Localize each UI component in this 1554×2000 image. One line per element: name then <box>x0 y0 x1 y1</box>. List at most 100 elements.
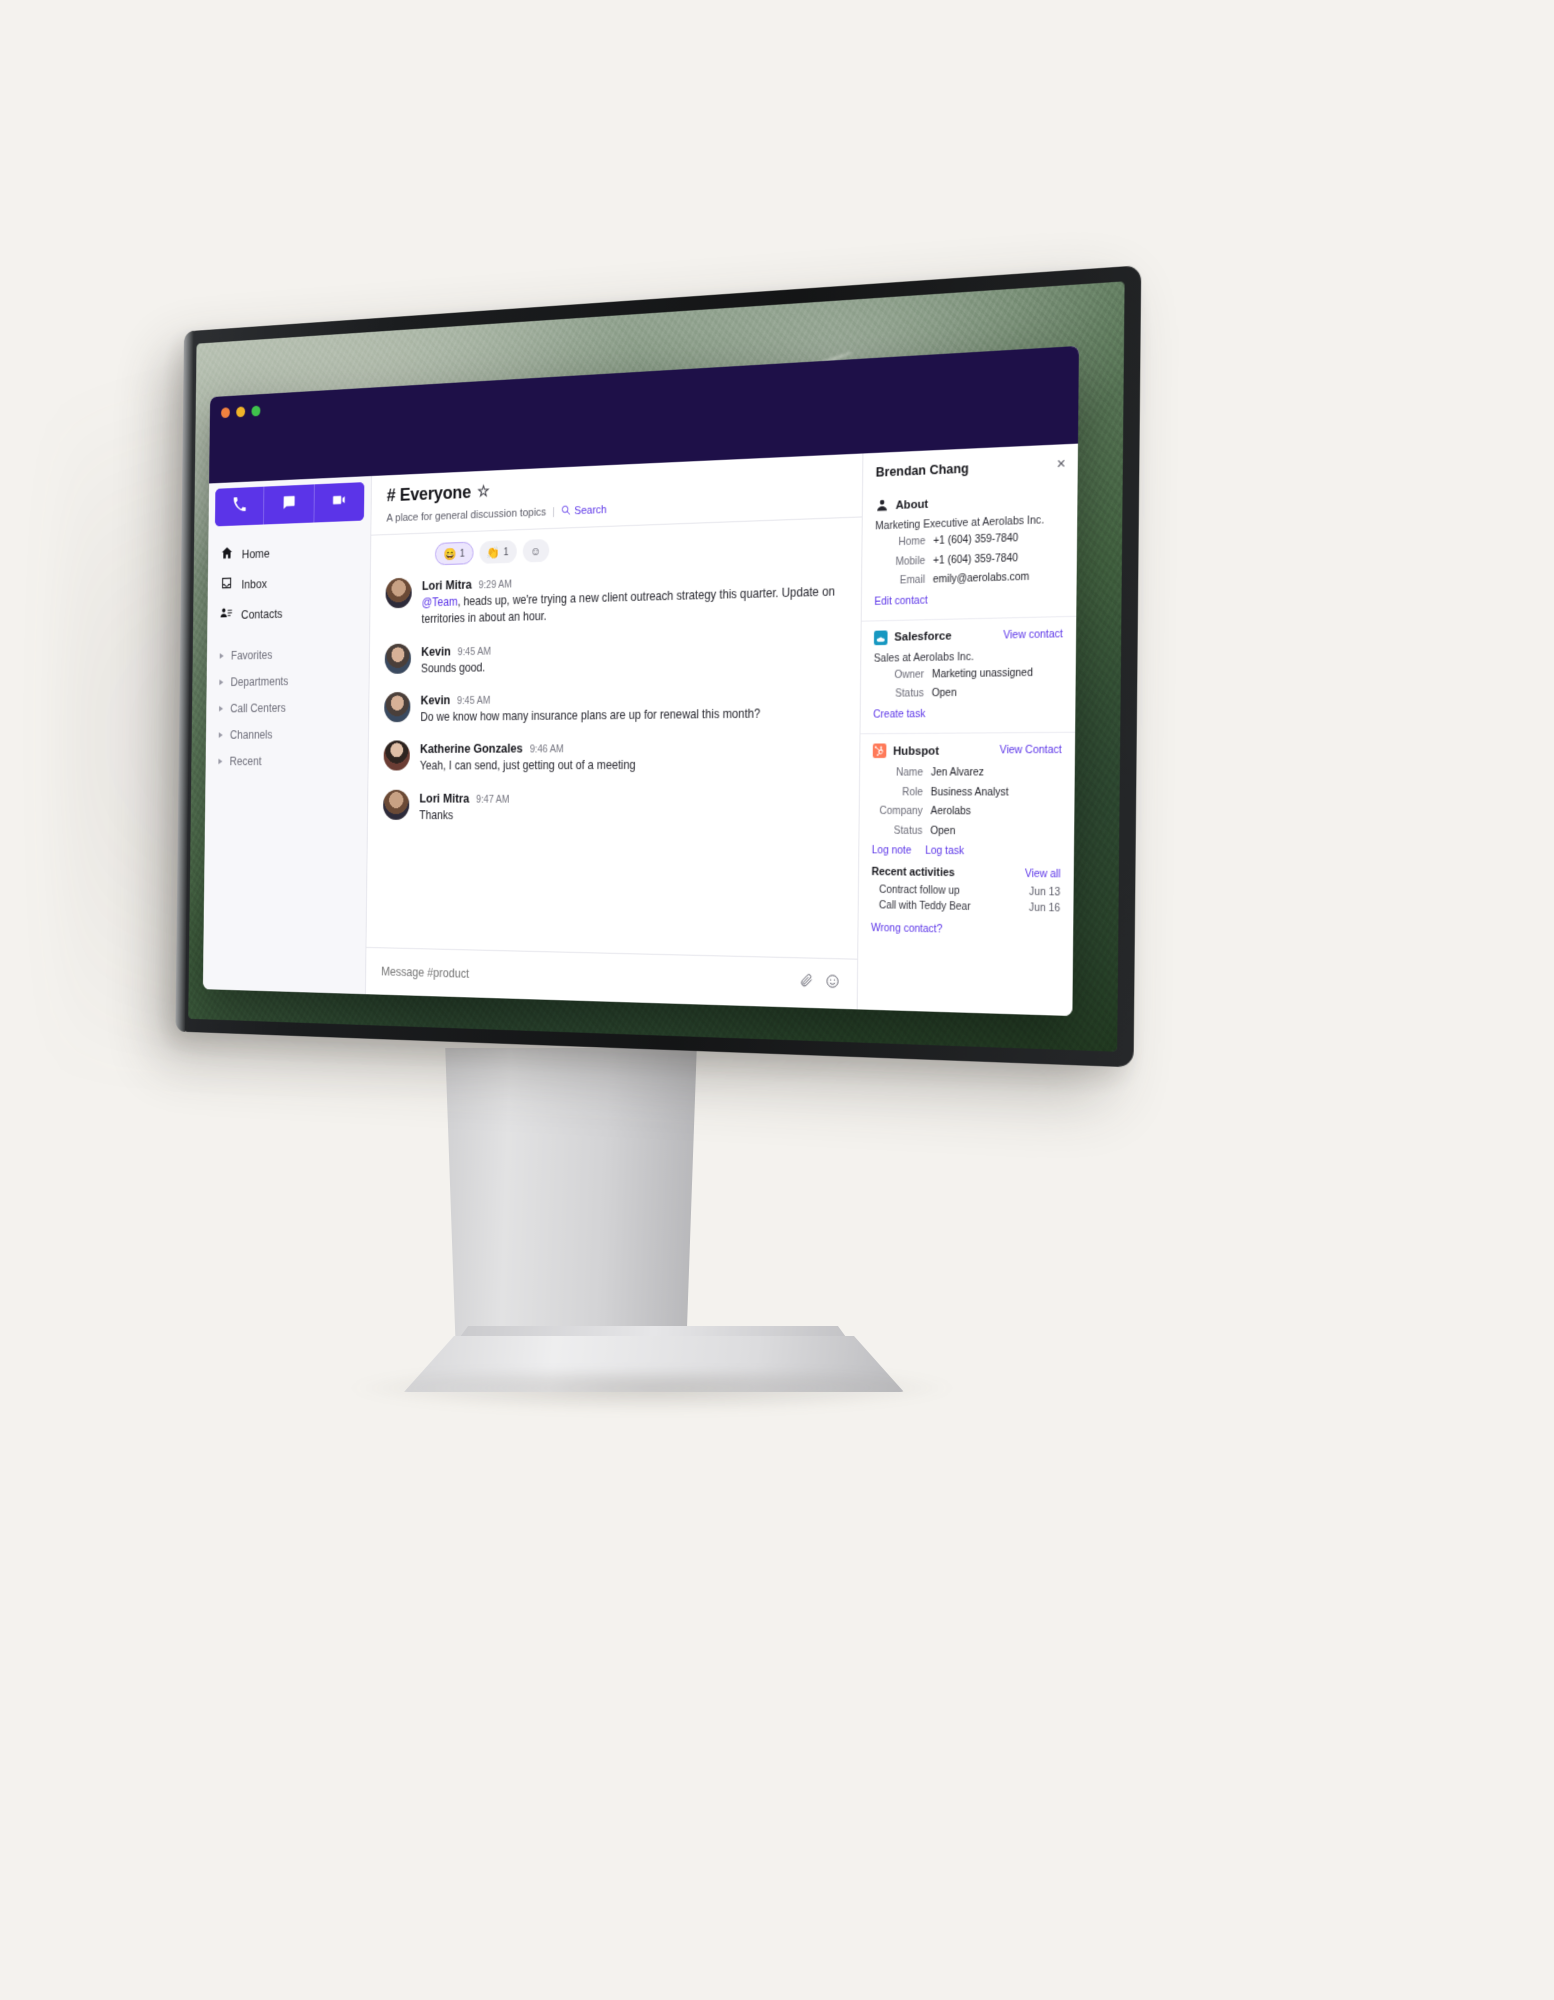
field-value: +1 (604) 359-7840 <box>933 552 1019 567</box>
close-icon[interactable]: × <box>1057 455 1066 473</box>
tab-messages[interactable] <box>264 484 315 525</box>
view-all-link[interactable]: View all <box>1025 868 1061 880</box>
field-value: Open <box>930 825 956 838</box>
field-value: Open <box>931 688 957 700</box>
minimize-window-button[interactable] <box>236 406 246 418</box>
message-item: Kevin 9:45 AM Do we know how many insura… <box>384 686 843 726</box>
smiley-icon[interactable] <box>825 973 840 994</box>
message-item: Kevin 9:45 AM Sounds good. <box>384 634 844 678</box>
sidebar-section-recent[interactable]: Recent <box>206 747 368 774</box>
about-title: About <box>895 496 929 512</box>
screenshot-stage: Home Inbox Contacts Favorites Department… <box>0 0 1554 2000</box>
activity-label: Contract follow up <box>879 884 960 898</box>
field-value: +1 (604) 359-7840 <box>933 532 1019 548</box>
app-body: Home Inbox Contacts Favorites Department… <box>202 443 1078 1017</box>
paperclip-icon[interactable] <box>800 973 814 994</box>
salesforce-field: Status Open <box>873 684 1062 703</box>
activity-row[interactable]: Call with Teddy Bear Jun 16 <box>871 898 1060 917</box>
channel-name: # Everyone <box>386 482 472 507</box>
sidebar-section-channels[interactable]: Channels <box>206 720 368 748</box>
log-note-button[interactable]: Log note <box>872 844 912 857</box>
sidebar-section-label: Favorites <box>230 648 273 663</box>
salesforce-title: Salesforce <box>894 629 952 645</box>
sidebar-item-label: Home <box>241 545 270 561</box>
monitor: Home Inbox Contacts Favorites Department… <box>175 265 1142 1068</box>
hubspot-card-header: Hubspot View Contact <box>872 733 1062 765</box>
hubspot-actions: Log note Log task <box>872 844 1061 858</box>
monitor-screen: Home Inbox Contacts Favorites Department… <box>188 281 1125 1052</box>
sidebar-item-contacts[interactable]: Contacts <box>207 595 369 630</box>
sidebar-item-inbox[interactable]: Inbox <box>208 565 370 600</box>
reaction-chip[interactable]: 😄 1 <box>434 541 474 566</box>
reaction-chip[interactable]: 👏 1 <box>479 540 517 564</box>
message-author: Katherine Gonzales <box>419 740 523 757</box>
monitor-perspective-wrap: Home Inbox Contacts Favorites Department… <box>0 0 1554 2000</box>
message-author: Kevin <box>420 692 451 708</box>
person-icon <box>875 498 889 513</box>
sidebar-section-call-centers[interactable]: Call Centers <box>206 694 368 723</box>
mode-tab-group <box>214 482 365 527</box>
about-card-header: About <box>875 481 1064 520</box>
message-list: 😄 1 👏 1 ☺ Lori Mitra 9:29 AM @Team, head… <box>366 517 862 959</box>
contact-name: Brendan Chang <box>875 460 969 480</box>
message-header: Lori Mitra 9:47 AM <box>419 790 841 806</box>
message-body: Kevin 9:45 AM Sounds good. <box>421 634 843 677</box>
home-icon <box>221 545 233 562</box>
star-icon[interactable]: ☆ <box>477 483 489 500</box>
field-key: Status <box>893 825 923 837</box>
chevron-right-icon <box>219 679 224 686</box>
field-value: Business Analyst <box>930 786 1009 799</box>
chevron-right-icon <box>219 705 224 712</box>
sidebar-section-label: Departments <box>230 674 289 689</box>
message-header: Katherine Gonzales 9:46 AM <box>420 739 842 756</box>
sidebar-sections: Favorites Departments Call Centers Chann… <box>206 634 370 775</box>
maximize-window-button[interactable] <box>251 405 261 417</box>
sidebar-section-label: Recent <box>229 754 262 769</box>
chevron-right-icon <box>218 732 223 738</box>
create-task-button[interactable]: Create task <box>873 708 925 721</box>
about-field: Mobile +1 (604) 359-7840 <box>875 549 1064 571</box>
chat-icon <box>282 494 296 515</box>
sidebar-nav-list: Home Inbox Contacts <box>207 532 370 638</box>
tab-video[interactable] <box>314 482 365 523</box>
reaction-count: 1 <box>459 547 465 560</box>
salesforce-headline: Sales at Aerolabs Inc. <box>873 650 974 665</box>
edit-contact-button[interactable]: Edit contact <box>874 594 927 608</box>
salesforce-field: Owner Marketing unassigned <box>874 665 1063 684</box>
log-task-button[interactable]: Log task <box>925 845 964 858</box>
activity-label: Call with Teddy Bear <box>878 900 971 914</box>
sidebar-section-favorites[interactable]: Favorites <box>207 640 369 670</box>
message-timestamp: 9:46 AM <box>529 743 564 756</box>
field-value: Jen Alvarez <box>930 767 984 779</box>
message-item: Lori Mitra 9:47 AM Thanks <box>382 789 842 826</box>
hubspot-view-contact-link[interactable]: View Contact <box>1000 744 1062 757</box>
channel-search-button[interactable]: Search <box>561 503 607 519</box>
reaction-count: 1 <box>503 545 509 558</box>
sidebar-section-label: Channels <box>229 728 273 742</box>
left-sidebar: Home Inbox Contacts Favorites Department… <box>202 476 372 995</box>
traffic-lights <box>221 405 261 419</box>
message-input[interactable] <box>381 964 789 990</box>
activity-row[interactable]: Contract follow up Jun 13 <box>871 883 1060 901</box>
about-actions: Edit contact <box>874 590 1063 608</box>
field-key: Company <box>879 805 923 818</box>
tab-phone[interactable] <box>214 486 265 527</box>
mention-link[interactable]: @Team <box>422 595 458 610</box>
salesforce-card-header: Salesforce View contact <box>873 617 1063 652</box>
salesforce-card: Salesforce View contact Sales at Aerolab… <box>860 616 1077 735</box>
add-reaction-button[interactable]: ☺ <box>522 538 550 563</box>
message-text: Yeah, I can send, just getting out of a … <box>419 758 636 773</box>
hubspot-field: Company Aerolabs <box>872 804 1061 821</box>
contact-panel-header: Brendan Chang × <box>863 444 1078 490</box>
wrong-contact-link[interactable]: Wrong contact? <box>871 922 1060 938</box>
salesforce-view-contact-link[interactable]: View contact <box>1003 628 1063 642</box>
field-key: Status <box>895 688 924 701</box>
field-key: Mobile <box>895 555 926 568</box>
field-key: Role <box>901 786 923 799</box>
phone-icon <box>232 496 246 517</box>
sidebar-section-departments[interactable]: Departments <box>206 667 368 696</box>
channel-view: # Everyone ☆ A place for general discuss… <box>365 453 863 1010</box>
close-window-button[interactable] <box>221 407 230 419</box>
field-key: Name <box>896 767 924 779</box>
field-value: Aerolabs <box>930 806 971 818</box>
